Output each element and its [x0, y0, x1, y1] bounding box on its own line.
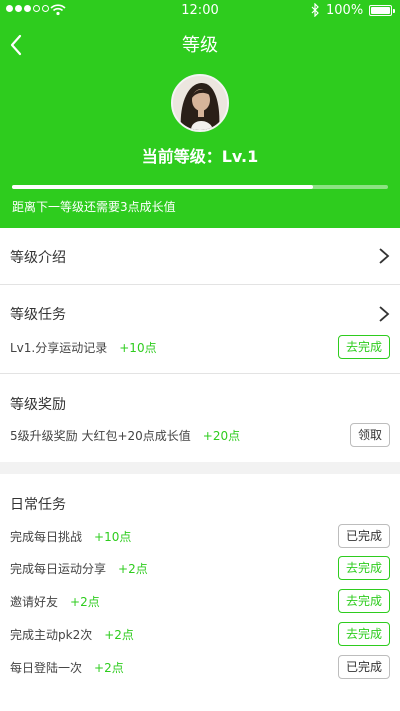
divider [0, 373, 400, 374]
level-intro-row[interactable]: 等级介绍 [10, 247, 66, 267]
daily-tasks-title: 日常任务 [10, 497, 66, 513]
task-points: +2点 [118, 562, 148, 576]
level-header: 12:00 100% 等级 当前等级：Lv.1 距离下一等级还需要3点成长值 [0, 0, 400, 228]
status-bar: 12:00 100% [0, 0, 400, 22]
task-action-button[interactable]: 去完成 [337, 556, 390, 580]
chevron-right-icon[interactable] [378, 305, 390, 323]
list-item: Lv1.分享运动记录 +10点 去完成 [10, 335, 390, 359]
task-points: +2点 [94, 661, 124, 675]
page-title: 等级 [182, 35, 218, 56]
list-item: 邀请好友 +2点 去完成 [10, 589, 390, 613]
level-progress-bar [12, 185, 388, 189]
task-name: 每日登陆一次 [10, 661, 83, 675]
divider [0, 284, 400, 285]
task-points: +10点 [94, 530, 132, 544]
task-action-button[interactable]: 已完成 [337, 655, 390, 679]
bluetooth-icon [311, 3, 319, 17]
list-item: 完成每日运动分享 +2点 去完成 [10, 556, 390, 580]
progress-hint: 距离下一等级还需要3点成长值 [12, 200, 176, 214]
task-name: 邀请好友 [10, 595, 59, 609]
chevron-right-icon[interactable] [378, 247, 390, 265]
task-points: +10点 [119, 341, 157, 355]
task-name: 完成主动pk2次 [10, 628, 93, 642]
task-action-button[interactable]: 去完成 [337, 335, 390, 359]
list-item: 完成每日挑战 +10点 已完成 [10, 524, 390, 548]
battery-percent: 100% [326, 3, 364, 18]
task-action-button[interactable]: 已完成 [337, 524, 390, 548]
task-name: 完成每日挑战 [10, 530, 83, 544]
avatar[interactable] [171, 74, 229, 132]
task-name: Lv1.分享运动记录 [10, 341, 108, 355]
list-item: 完成主动pk2次 +2点 去完成 [10, 622, 390, 646]
reward-name: 5级升级奖励 大红包+20点成长值 [10, 429, 191, 443]
current-level: 当前等级：Lv.1 [141, 147, 259, 166]
level-rewards-title: 等级奖励 [10, 397, 66, 413]
task-points: +2点 [104, 628, 134, 642]
battery-icon [369, 5, 395, 16]
level-progress-fill [12, 185, 313, 189]
task-action-button[interactable]: 去完成 [337, 622, 390, 646]
list-item: 5级升级奖励 大红包+20点成长值 +20点 领取 [10, 423, 390, 447]
claim-button[interactable]: 领取 [349, 423, 390, 447]
reward-points: +20点 [202, 429, 241, 443]
section-gap [0, 462, 400, 474]
task-action-button[interactable]: 去完成 [337, 589, 390, 613]
task-name: 完成每日运动分享 [10, 562, 107, 576]
task-points: +2点 [70, 595, 100, 609]
list-item: 每日登陆一次 +2点 已完成 [10, 655, 390, 679]
level-tasks-title[interactable]: 等级任务 [10, 304, 66, 324]
